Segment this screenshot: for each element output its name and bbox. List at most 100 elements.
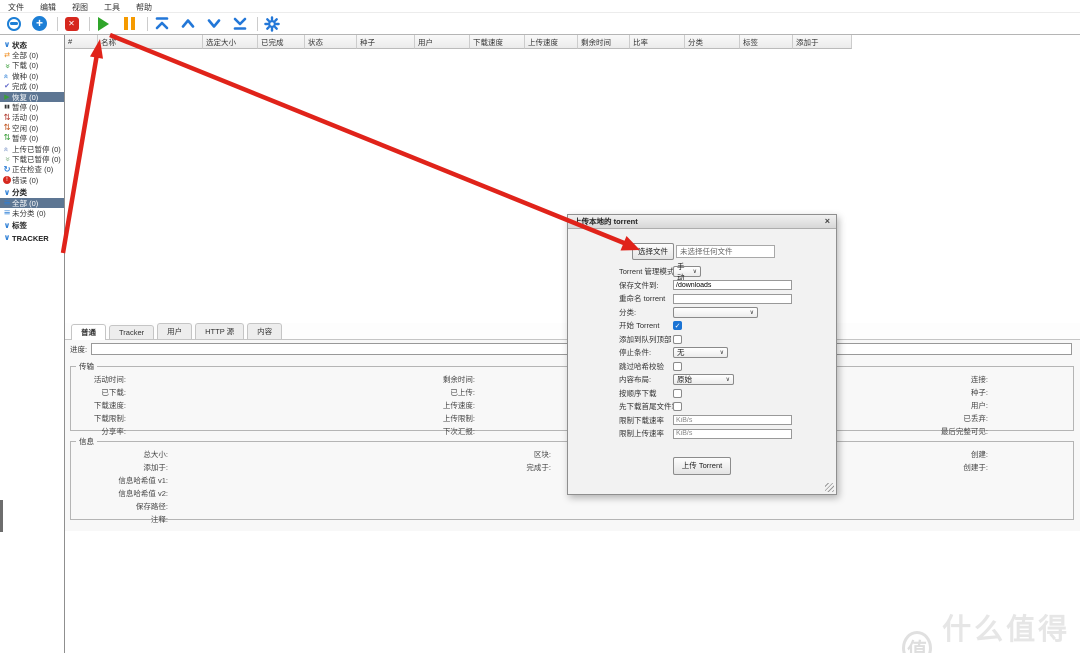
move-down-button[interactable] — [205, 15, 222, 32]
column-done[interactable]: 已完成 — [258, 35, 305, 49]
category-select[interactable]: ∨ — [673, 307, 758, 318]
progress-label: 进度: — [70, 344, 87, 355]
resize-handle[interactable] — [825, 483, 834, 492]
chevron-down-icon: ∨ — [2, 234, 12, 242]
first-last-checkbox[interactable] — [673, 402, 682, 411]
sidebar-section-tags[interactable]: ∨标签 — [0, 221, 64, 231]
column-peers[interactable]: 用户 — [415, 35, 470, 49]
sidebar-category-uncategorized[interactable]: ≡未分类 (0) — [0, 208, 64, 218]
column-tags[interactable]: 标签 — [740, 35, 793, 49]
column-number[interactable]: # — [65, 35, 98, 49]
content-layout-select[interactable]: 原始∨ — [673, 374, 734, 385]
first-last-label: 先下载首尾文件块 — [619, 401, 673, 412]
column-name[interactable]: 名称 — [98, 35, 203, 49]
label-save-path: 保存路径: — [73, 500, 168, 513]
add-torrent-link-button[interactable] — [5, 15, 22, 32]
sidebar-item-errored[interactable]: !错误 (0) — [0, 175, 64, 185]
column-selected-size[interactable]: 选定大小 — [203, 35, 258, 49]
choose-file-button[interactable]: 选择文件 — [632, 243, 674, 260]
scrollbar-thumb[interactable] — [0, 500, 3, 532]
sidebar-item-seeding[interactable]: »做种 (0) — [0, 71, 64, 81]
options-button[interactable] — [263, 15, 280, 32]
dialog-body: 选择文件 未选择任何文件 Torrent 管理模式: 手动∨ 保存文件到: 重命… — [568, 244, 836, 475]
label-added-on: 添加于: — [73, 461, 168, 474]
toolbar-separator — [147, 17, 148, 31]
menu-tools[interactable]: 工具 — [104, 2, 120, 13]
sidebar-section-trackers[interactable]: ∨TRACKER — [0, 233, 64, 243]
sidebar-item-stalled[interactable]: ⇅暂停 (0) — [0, 134, 64, 144]
sidebar-item-all[interactable]: ⇄全部 (0) — [0, 50, 64, 60]
rename-input[interactable] — [673, 294, 792, 304]
sidebar-section-categories[interactable]: ∨分类 — [0, 187, 64, 197]
management-mode-select[interactable]: 手动∨ — [673, 266, 701, 277]
column-seeds[interactable]: 种子 — [357, 35, 415, 49]
dl-limit-input[interactable] — [673, 415, 792, 425]
menu-help[interactable]: 帮助 — [136, 2, 152, 13]
start-torrent-checkbox[interactable] — [673, 321, 682, 330]
torrent-table-header: # 名称 选定大小 已完成 状态 种子 用户 下载速度 上传速度 剩余时间 比率… — [65, 35, 1080, 49]
column-added-on[interactable]: 添加于 — [793, 35, 852, 49]
transfer-icon: ⇄ — [2, 52, 12, 59]
sidebar-item-paused[interactable]: ▮▮暂停 (0) — [0, 102, 64, 112]
category-label: 分类: — [619, 307, 673, 318]
sequential-checkbox[interactable] — [673, 389, 682, 398]
tab-content[interactable]: 内容 — [247, 323, 282, 339]
chevron-down-icon: ∨ — [2, 222, 12, 230]
move-bottom-button[interactable] — [231, 15, 248, 32]
save-path-input[interactable] — [673, 280, 792, 290]
skip-hash-checkbox[interactable] — [673, 362, 682, 371]
up-down-icon: ⇅ — [2, 124, 12, 133]
move-up-button[interactable] — [179, 15, 196, 32]
sidebar-item-stalled-uploading[interactable]: »上传已暂停 (0) — [0, 144, 64, 154]
smzdm-watermark: 值 什么值得买 — [902, 606, 1080, 653]
start-torrent-row: 开始 Torrent — [568, 319, 836, 333]
menu-file[interactable]: 文件 — [8, 2, 24, 13]
rename-label: 重命名 torrent — [619, 293, 673, 304]
first-last-row: 先下载首尾文件块 — [568, 400, 836, 414]
stop-condition-select[interactable]: 无∨ — [673, 347, 728, 358]
toolbar-separator — [257, 17, 258, 31]
column-up-speed[interactable]: 上传速度 — [525, 35, 578, 49]
add-torrent-file-button[interactable]: + — [31, 15, 48, 32]
move-top-button[interactable] — [153, 15, 170, 32]
sidebar-category-all[interactable]: ≡全部 (0) — [0, 198, 64, 208]
main-area: ∨状态 ⇄全部 (0) »下载 (0) »做种 (0) ✔完成 (0) ▶恢复 … — [0, 34, 1080, 653]
column-down-speed[interactable]: 下载速度 — [470, 35, 525, 49]
label-total-size: 总大小: — [73, 448, 168, 461]
up-down-icon: ⇅ — [2, 134, 12, 143]
refresh-icon: ↻ — [2, 166, 12, 175]
menu-edit[interactable]: 编辑 — [40, 2, 56, 13]
top-queue-checkbox[interactable] — [673, 335, 682, 344]
tab-http-sources[interactable]: HTTP 源 — [195, 323, 244, 339]
sidebar-item-active[interactable]: ⇅活动 (0) — [0, 113, 64, 123]
toolbar: + ✕ — [0, 13, 1080, 34]
information-legend: 信息 — [76, 436, 97, 447]
save-path-label: 保存文件到: — [619, 280, 673, 291]
close-icon[interactable]: × — [825, 217, 830, 226]
sidebar-item-stalled-downloading[interactable]: »下载已暂停 (0) — [0, 154, 64, 164]
sidebar-item-downloading[interactable]: »下载 (0) — [0, 61, 64, 71]
delete-torrent-button[interactable]: ✕ — [63, 15, 80, 32]
sidebar-section-status[interactable]: ∨状态 — [0, 40, 64, 50]
column-eta[interactable]: 剩余时间 — [578, 35, 630, 49]
ul-limit-input[interactable] — [673, 429, 792, 439]
sidebar-item-completed[interactable]: ✔完成 (0) — [0, 82, 64, 92]
column-ratio[interactable]: 比率 — [630, 35, 685, 49]
dialog-title-bar[interactable]: 上传本地的 torrent × — [568, 215, 836, 229]
column-category[interactable]: 分类 — [685, 35, 740, 49]
tab-trackers[interactable]: Tracker — [109, 325, 154, 339]
resume-button[interactable] — [95, 15, 112, 32]
column-status[interactable]: 状态 — [305, 35, 357, 49]
menu-view[interactable]: 视图 — [72, 2, 88, 13]
dl-limit-label: 限制下载速率 — [619, 415, 673, 426]
menu-bar: 文件 编辑 视图 工具 帮助 — [0, 0, 1080, 13]
sidebar-item-inactive[interactable]: ⇅空闲 (0) — [0, 123, 64, 133]
label-completed-on: 完成于: — [351, 461, 551, 474]
pause-button[interactable] — [121, 15, 138, 32]
tab-peers[interactable]: 用户 — [157, 323, 192, 339]
upload-torrent-button[interactable]: 上传 Torrent — [673, 457, 731, 475]
double-down-icon: » — [3, 157, 12, 162]
sidebar-item-checking[interactable]: ↻正在检查 (0) — [0, 165, 64, 175]
sidebar-item-resumed[interactable]: ▶恢复 (0) — [0, 92, 64, 102]
tab-general[interactable]: 普通 — [71, 324, 106, 340]
